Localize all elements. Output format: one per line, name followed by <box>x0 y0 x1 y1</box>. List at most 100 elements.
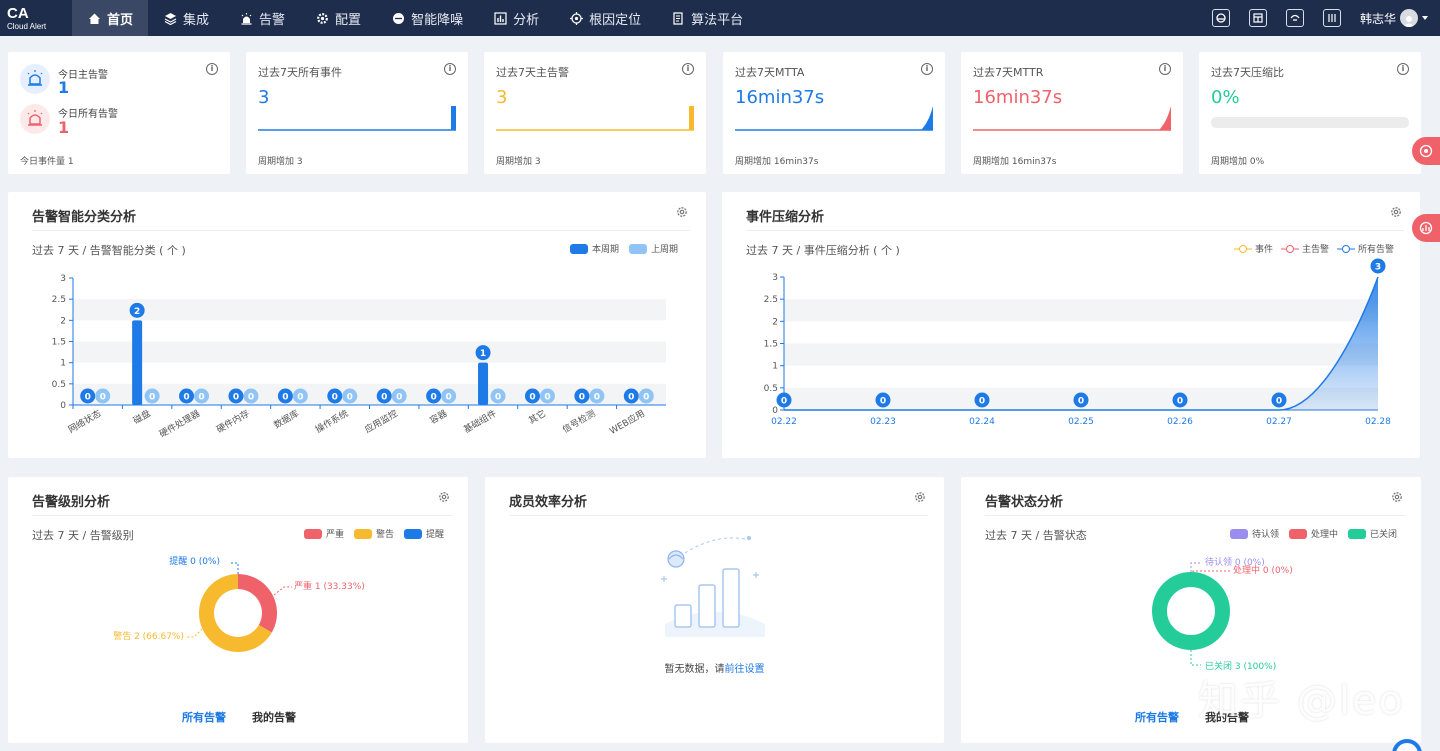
logo-title: CA <box>7 4 29 22</box>
data-label: 0 <box>248 393 254 403</box>
progress-track <box>1211 117 1409 128</box>
nav-item-3[interactable]: 配置 <box>300 0 376 36</box>
float-chart-button[interactable] <box>1412 214 1440 242</box>
cloud-icon[interactable] <box>1285 9 1304 27</box>
grid-band <box>784 299 1378 322</box>
stat-sparkline <box>973 106 1171 131</box>
nav-item-label: 根因定位 <box>589 12 642 28</box>
data-label: 0 <box>544 393 550 403</box>
toolbar-right: 韩志华 <box>1211 0 1440 36</box>
label-leader-line <box>230 562 239 574</box>
stat-foot: 周期增加 3 <box>496 157 541 167</box>
stat-foot: 周期增加 16min37s <box>735 157 819 167</box>
info-icon[interactable]: i <box>921 63 933 75</box>
bar[interactable] <box>132 320 143 405</box>
stat-card: 过去7天MTTA i 16min37s 周期增加 16min37s <box>723 52 945 174</box>
y-tick-label: 0.5 <box>52 380 66 390</box>
data-label: 0 <box>183 393 189 403</box>
bar[interactable] <box>478 362 489 405</box>
info-icon[interactable]: i <box>206 63 218 75</box>
empty-message: 暂无数据，请前往设置 <box>485 660 944 675</box>
x-tick-label: 网络状态 <box>66 407 103 435</box>
sparkline-bar <box>689 106 694 130</box>
sliders-icon[interactable] <box>1322 9 1341 27</box>
y-tick-label: 1.5 <box>52 338 66 348</box>
watermark: 知乎 @leo <box>1198 678 1405 724</box>
pie-slice[interactable] <box>1152 572 1230 650</box>
stat-title: 过去7天主告警 <box>496 66 569 79</box>
x-tick-label: 02.25 <box>1068 417 1094 427</box>
data-label: 1 <box>480 349 486 359</box>
algorithm-icon <box>671 11 685 25</box>
nav-item-label: 配置 <box>335 12 362 28</box>
avatar <box>1400 9 1418 27</box>
stat-card: 过去7天主告警 i 3 周期增加 3 <box>484 52 706 174</box>
nav-item-label: 智能降噪 <box>411 12 464 28</box>
stat-title: 过去7天压缩比 <box>1211 66 1284 79</box>
info-icon[interactable]: i <box>682 63 694 75</box>
bar-chart-icon <box>493 11 507 25</box>
pie-slice[interactable] <box>238 574 277 633</box>
data-label: 0 <box>495 393 501 403</box>
gear-icon[interactable] <box>914 491 926 503</box>
today-main-value: 1 <box>58 78 70 97</box>
divider <box>509 515 928 516</box>
data-label: 0 <box>198 393 204 403</box>
nav-item-7[interactable]: 算法平台 <box>656 0 758 36</box>
nav-item-5[interactable]: 分析 <box>478 0 554 36</box>
info-icon[interactable]: i <box>1397 63 1409 75</box>
x-tick-label: 02.22 <box>771 417 797 427</box>
tab-all-alerts[interactable]: 所有告警 <box>182 709 226 725</box>
label-leader-line <box>273 586 292 596</box>
float-eye-button[interactable] <box>1412 137 1440 165</box>
info-icon[interactable]: i <box>1159 63 1171 75</box>
user-name: 韩志华 <box>1359 11 1396 26</box>
x-tick-label: 硬件内存 <box>214 407 251 435</box>
pie-label: 处理中 0 (0%) <box>1233 564 1293 576</box>
gear-icon <box>315 11 329 25</box>
stat-sparkline <box>496 106 694 131</box>
go-settings-link[interactable]: 前往设置 <box>725 664 765 675</box>
nav-item-4[interactable]: 智能降噪 <box>376 0 478 36</box>
data-label: 0 <box>347 393 353 403</box>
label-leader-line <box>186 628 203 638</box>
x-tick-label: 02.27 <box>1266 417 1292 427</box>
tab-my-alerts[interactable]: 我的告警 <box>252 709 296 725</box>
data-label: 0 <box>529 393 535 403</box>
x-tick-label: 02.28 <box>1365 417 1391 427</box>
user-menu[interactable]: 韩志华 <box>1360 9 1428 27</box>
y-tick-label: 1 <box>60 359 66 369</box>
data-label: 3 <box>1375 263 1381 273</box>
nav-item-1[interactable]: 集成 <box>148 0 224 36</box>
info-icon[interactable]: i <box>444 63 456 75</box>
logo[interactable]: CA Cloud Alert <box>0 6 72 31</box>
nav-item-2[interactable]: 告警 <box>224 0 300 36</box>
data-label: 0 <box>445 393 451 403</box>
data-label: 2 <box>134 307 140 317</box>
chart-icon <box>1419 221 1433 235</box>
dashboard-icon[interactable] <box>1248 9 1267 27</box>
y-tick-label: 0 <box>772 406 778 416</box>
eye-icon <box>1419 144 1433 158</box>
main-nav: 首页 集成 告警 配置 智能降噪 分析 根因定位 算法平台 <box>72 0 758 36</box>
classify-bar-chart: 00.511.522.53网络状态0 0磁盘20硬件处理器0 0硬件内存0 0数据库0… <box>52 274 666 440</box>
data-label: 0 <box>643 393 649 403</box>
nav-item-label: 分析 <box>513 12 540 28</box>
data-label: 0 <box>332 393 338 403</box>
data-label: 0 <box>880 397 886 407</box>
sparkline-bar <box>451 106 456 130</box>
y-tick-label: 2 <box>60 316 66 326</box>
monitor-icon[interactable] <box>1211 9 1230 27</box>
x-tick-label: 基础组件 <box>461 407 498 435</box>
stat-sparkline <box>1211 117 1409 128</box>
classify-panel: 告警智能分类分析 过去 7 天 / 告警智能分类 ( 个 ) 本周期 上周期 0… <box>8 192 706 458</box>
nav-item-0[interactable]: 首页 <box>72 0 149 36</box>
compress-panel: 事件压缩分析 过去 7 天 / 事件压缩分析 ( 个 ) 事件 主告警 所有告警… <box>722 192 1420 458</box>
nav-item-label: 首页 <box>107 12 134 28</box>
alarm-icon <box>239 11 253 25</box>
top-navbar: CA Cloud Alert 首页 集成 告警 配置 智能降噪 分析 根因定位 算法平台 韩志… <box>0 0 1440 36</box>
tab-all-alerts[interactable]: 所有告警 <box>1135 709 1179 725</box>
nav-item-6[interactable]: 根因定位 <box>554 0 656 36</box>
empty-data-illustration-icon <box>661 536 765 637</box>
pie-label: 严重 1 (33.33%) <box>294 580 365 592</box>
